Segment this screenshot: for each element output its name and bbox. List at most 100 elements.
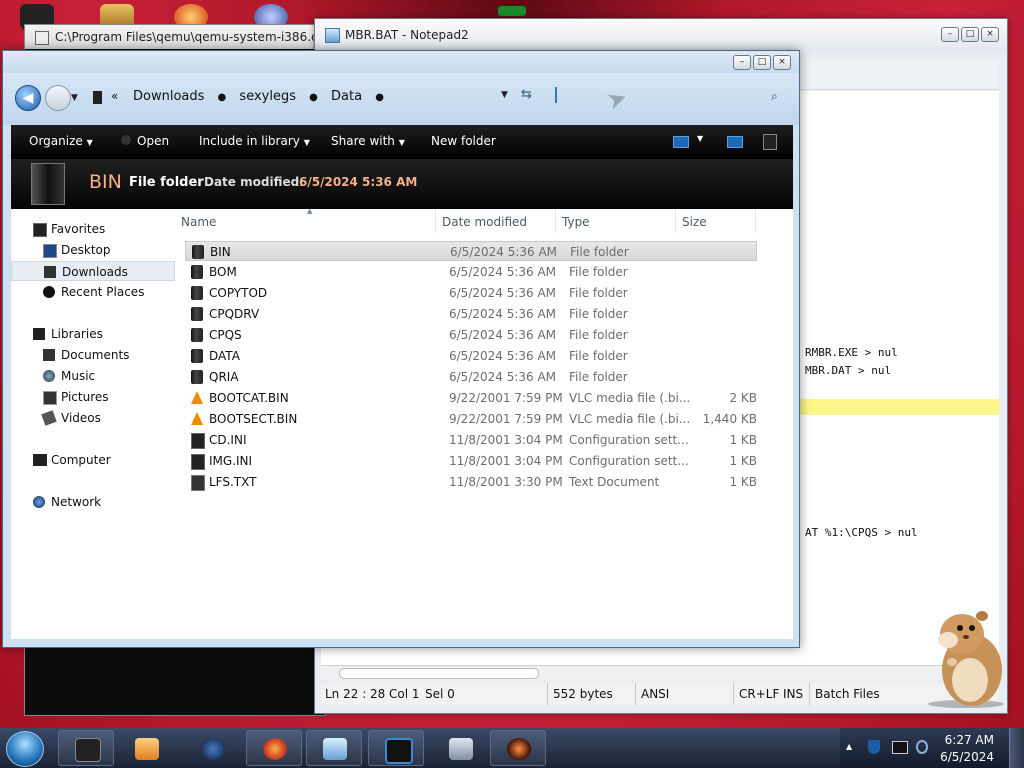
status-size: 552 bytes	[553, 687, 613, 701]
console-icon	[385, 738, 413, 764]
new-folder-button[interactable]: New folder	[431, 134, 496, 148]
nav-pictures[interactable]: Pictures	[11, 387, 175, 407]
change-view-icon[interactable]	[673, 136, 689, 148]
taskbar-app-tools[interactable]	[432, 730, 488, 766]
file-row[interactable]: BOOTCAT.BIN 9/22/2001 7:59 PM VLC media fi…	[185, 388, 757, 408]
breadcrumb-sexylegs[interactable]: sexylegs	[239, 89, 296, 104]
horizontal-scrollbar[interactable]	[321, 665, 999, 680]
open-button[interactable]: Open	[121, 134, 169, 148]
preview-pane-icon[interactable]	[727, 136, 743, 148]
file-row[interactable]: BOM 6/5/2024 5:36 AM File folder	[185, 262, 757, 282]
nav-network[interactable]: Network	[11, 492, 175, 512]
file-row[interactable]: LFS.TXT 11/8/2001 3:30 PM Text Document 1 K…	[185, 472, 757, 492]
share-with-button[interactable]: Share with ▼	[331, 134, 405, 148]
address-dropdown-icon[interactable]: ▼	[501, 90, 508, 100]
breadcrumb-separator-icon[interactable]: ●	[218, 92, 227, 103]
nav-desktop[interactable]: Desktop	[11, 240, 175, 260]
nav-music[interactable]: Music	[11, 366, 175, 386]
column-type[interactable]: Type	[562, 215, 590, 229]
scrollbar-thumb[interactable]	[339, 668, 539, 679]
qemu-title-bar[interactable]: C:\Program Files\qemu\qemu-system-i386.e…	[25, 25, 325, 49]
status-mode[interactable]: INS	[783, 687, 803, 701]
column-date-modified[interactable]: Date modified	[442, 215, 527, 229]
minimize-icon[interactable]: –	[733, 55, 751, 70]
file-row[interactable]: DATA 6/5/2024 5:36 AM File folder	[185, 346, 757, 366]
file-row[interactable]: CPQDRV 6/5/2024 5:36 AM File folder	[185, 304, 757, 324]
taskbar-app-qemu[interactable]	[368, 730, 424, 766]
volume-icon[interactable]	[916, 740, 928, 754]
breadcrumb-separator-icon[interactable]: ●	[309, 92, 318, 103]
breadcrumb-chevron-icon[interactable]: «	[111, 89, 118, 103]
column-divider[interactable]	[435, 209, 436, 233]
nav-label: Libraries	[51, 327, 103, 341]
file-row[interactable]: COPYTOD 6/5/2024 5:36 AM File folder	[185, 283, 757, 303]
monitor-icon[interactable]	[892, 741, 908, 754]
recent-pages-icon[interactable]: ▼	[71, 93, 78, 103]
computer-icon	[33, 454, 47, 466]
clock-date[interactable]: 6/5/2024	[940, 750, 994, 764]
status-line-ending[interactable]: CR+LF	[739, 687, 779, 701]
start-button[interactable]	[6, 731, 44, 767]
refresh-icon[interactable]: ⇆	[521, 87, 532, 102]
nav-computer[interactable]: Computer	[11, 450, 175, 470]
nav-libraries[interactable]: Libraries	[11, 324, 175, 344]
file-size: 1 KB	[729, 475, 757, 489]
organize-button[interactable]: Organize ▼	[29, 134, 93, 148]
column-divider[interactable]	[675, 209, 676, 233]
taskbar-app-firefox[interactable]	[246, 730, 302, 766]
status-scheme[interactable]: Batch Files	[815, 687, 880, 701]
show-desktop-button[interactable]	[1009, 728, 1024, 768]
search-icon[interactable]: ⌕	[771, 89, 778, 104]
status-encoding[interactable]: ANSI	[641, 687, 669, 701]
breadcrumb-downloads[interactable]: Downloads	[133, 89, 204, 104]
file-row[interactable]: BIN 6/5/2024 5:36 AM File folder	[185, 241, 757, 261]
explorer-title-bar[interactable]: – □ ×	[3, 51, 799, 73]
notepad-icon	[325, 28, 340, 43]
breadcrumb-data[interactable]: Data	[331, 89, 362, 104]
close-icon[interactable]: ×	[773, 55, 791, 70]
window-icon	[35, 31, 49, 45]
file-row[interactable]: IMG.INI 11/8/2001 3:04 PM Configuration se…	[185, 451, 757, 471]
shield-icon[interactable]	[868, 740, 880, 754]
share-label: Share with	[331, 134, 395, 148]
column-divider[interactable]	[555, 209, 556, 233]
include-in-library-button[interactable]: Include in library ▼	[199, 134, 310, 148]
nav-videos[interactable]: Videos	[11, 408, 175, 428]
taskbar-app-notepad[interactable]	[306, 730, 362, 766]
notepad-title-bar[interactable]: MBR.BAT - Notepad2 – □ ×	[315, 19, 1007, 51]
file-row[interactable]: BOOTSECT.BIN 9/22/2001 7:59 PM VLC media f…	[185, 409, 757, 429]
back-icon[interactable]: ◀	[15, 85, 41, 111]
taskbar-app-media[interactable]	[118, 730, 174, 766]
file-row[interactable]: QRIA 6/5/2024 5:36 AM File folder	[185, 367, 757, 387]
chevron-down-icon: ▼	[398, 138, 405, 147]
file-type: Configuration sett...	[569, 454, 689, 468]
file-date: 9/22/2001 7:59 PM	[449, 391, 563, 405]
breadcrumb-separator-icon[interactable]: ●	[375, 92, 384, 103]
file-row[interactable]: CD.INI 11/8/2001 3:04 PM Configuration set…	[185, 430, 757, 450]
nav-downloads[interactable]: Downloads	[11, 261, 175, 281]
help-icon[interactable]	[763, 134, 777, 150]
file-row[interactable]: CPQS 6/5/2024 5:36 AM File folder	[185, 325, 757, 345]
taskbar-app-qemu-manager[interactable]	[490, 730, 546, 766]
column-size[interactable]: Size	[682, 215, 707, 229]
close-icon[interactable]: ×	[981, 27, 999, 42]
breadcrumb: Downloads ● sexylegs ● Data ●	[133, 89, 393, 104]
explorer-window[interactable]: – □ × ◀ ▼ « Downloads ● sexylegs ● Data …	[2, 50, 800, 648]
nav-documents[interactable]: Documents	[11, 345, 175, 365]
minimize-icon[interactable]: –	[941, 27, 959, 42]
vlc-cone-icon	[191, 391, 203, 404]
column-divider[interactable]	[755, 209, 756, 233]
column-name[interactable]: Name	[181, 215, 216, 229]
taskbar-app-explorer[interactable]	[58, 730, 114, 766]
chevron-down-icon[interactable]: ▼	[697, 134, 703, 143]
nav-favorites[interactable]: Favorites	[11, 219, 175, 239]
clock-time[interactable]: 6:27 AM	[945, 733, 994, 747]
nav-recent-places[interactable]: Recent Places	[11, 282, 175, 302]
file-date: 11/8/2001 3:04 PM	[449, 454, 563, 468]
show-hidden-icons-icon[interactable]: ▲	[846, 742, 852, 751]
forward-icon[interactable]	[45, 85, 71, 111]
taskbar-app-browser[interactable]	[184, 730, 240, 766]
maximize-icon[interactable]: □	[753, 55, 771, 70]
maximize-icon[interactable]: □	[961, 27, 979, 42]
file-date: 6/5/2024 5:36 AM	[449, 370, 557, 384]
